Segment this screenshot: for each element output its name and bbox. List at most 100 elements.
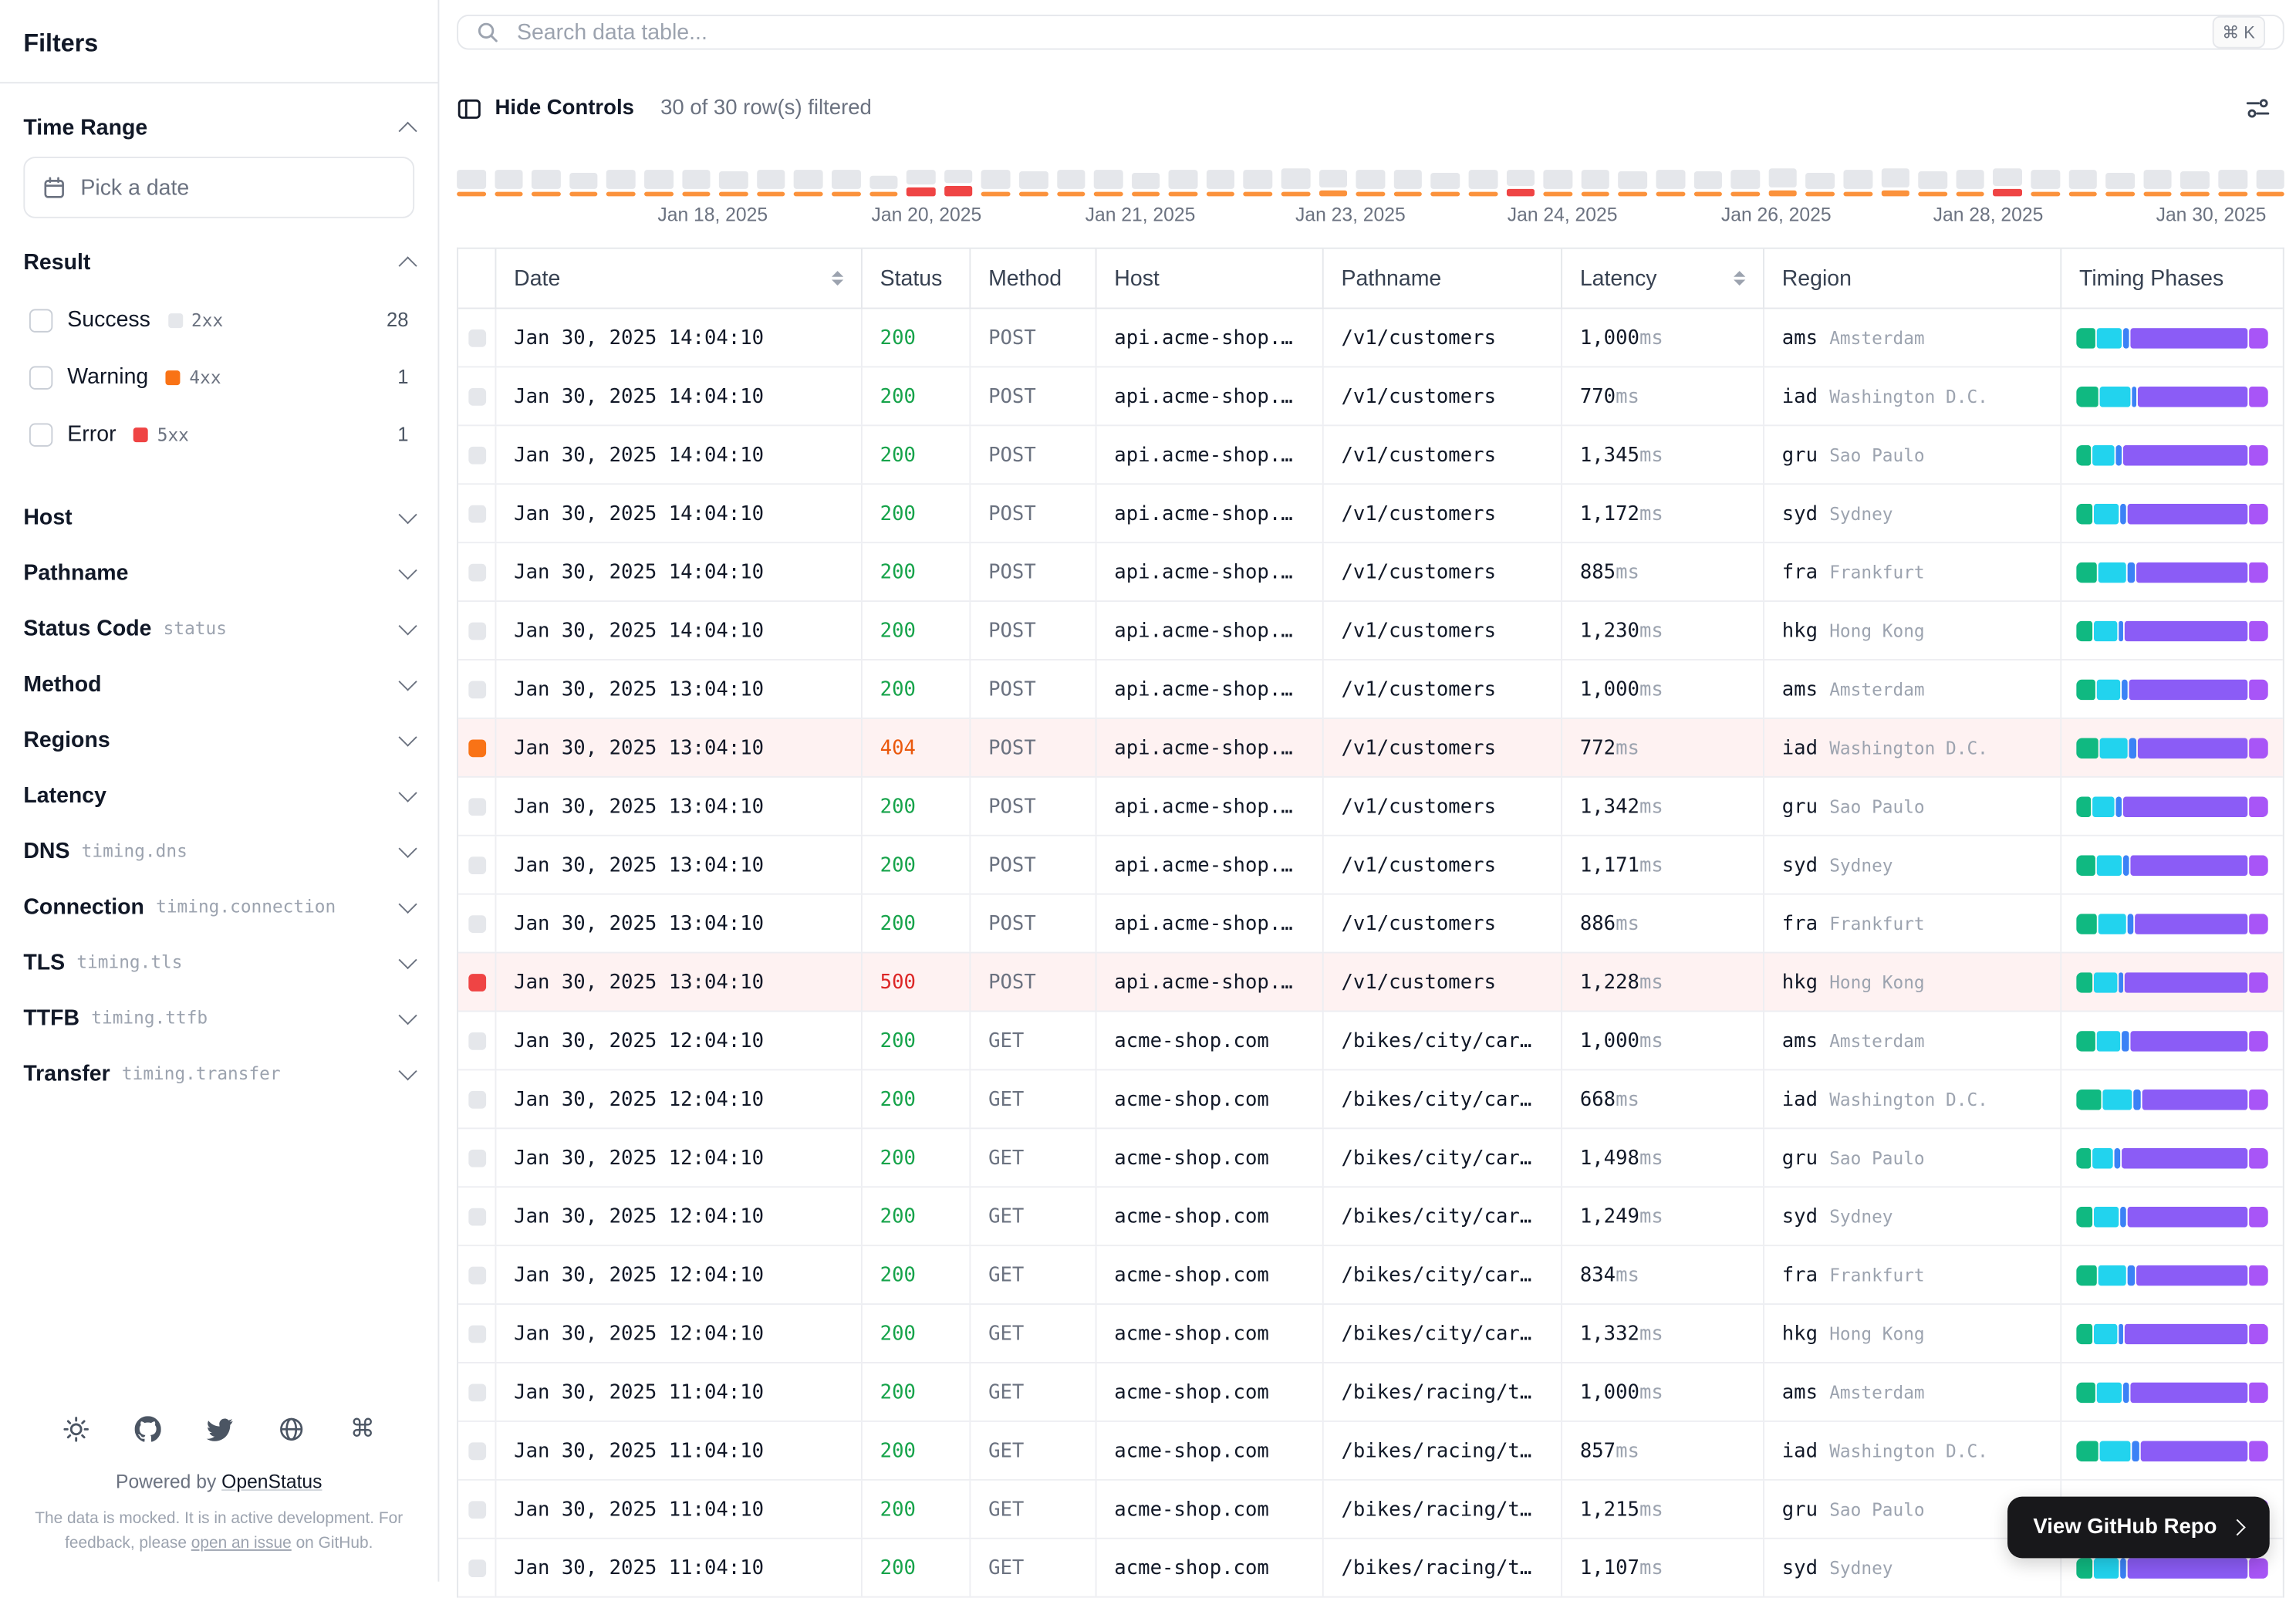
chart-bar[interactable] xyxy=(1056,158,1086,197)
chart-bar[interactable] xyxy=(756,158,785,197)
section-time-range[interactable]: Time Range xyxy=(23,101,417,154)
table-row[interactable]: Jan 30, 2025 12:04:10 200 GET acme-shop.com… xyxy=(458,1070,2283,1130)
sidebar-section-transfer[interactable]: Transfer timing.transfer xyxy=(23,1046,417,1101)
row-select-indicator[interactable] xyxy=(468,1090,486,1108)
chart-bar[interactable] xyxy=(1768,158,1798,197)
date-picker-trigger[interactable]: Pick a date xyxy=(23,157,415,218)
table-row[interactable]: Jan 30, 2025 12:04:10 200 GET acme-shop.com… xyxy=(458,1012,2283,1071)
row-select-indicator[interactable] xyxy=(468,797,486,816)
table-row[interactable]: Jan 30, 2025 11:04:10 200 GET acme-shop.com… xyxy=(458,1363,2283,1422)
row-select-indicator[interactable] xyxy=(468,973,486,991)
hide-controls-button[interactable]: Hide Controls xyxy=(457,96,634,120)
chart-bar[interactable] xyxy=(944,158,973,197)
sidebar-section-tls[interactable]: TLS timing.tls xyxy=(23,934,417,990)
sidebar-section-method[interactable]: Method xyxy=(23,656,417,711)
chart-bar[interactable] xyxy=(1656,158,1685,197)
chart-bar[interactable] xyxy=(494,158,523,197)
result-option-success[interactable]: Success 2xx 28 xyxy=(23,292,414,349)
table-row[interactable]: Jan 30, 2025 14:04:10 200 POST api.acme-sho… xyxy=(458,426,2283,485)
chart-bar[interactable] xyxy=(1131,158,1160,197)
view-github-repo-button[interactable]: View GitHub Repo xyxy=(2007,1496,2270,1559)
chart-bar[interactable] xyxy=(1693,158,1723,197)
row-select-indicator[interactable] xyxy=(468,1032,486,1049)
sidebar-section-dns[interactable]: DNS timing.dns xyxy=(23,823,417,879)
row-select-indicator[interactable] xyxy=(468,445,486,464)
table-row[interactable]: Jan 30, 2025 14:04:10 200 POST api.acme-sho… xyxy=(458,543,2283,603)
chart-bar[interactable] xyxy=(2105,158,2135,197)
section-result[interactable]: Result xyxy=(23,236,417,289)
chart-bar[interactable] xyxy=(2180,158,2210,197)
theme-toggle-sun-icon[interactable] xyxy=(61,1414,90,1444)
chart-bar[interactable] xyxy=(532,158,561,197)
table-row[interactable]: Jan 30, 2025 13:04:10 200 POST api.acme-sho… xyxy=(458,660,2283,719)
chart-bar[interactable] xyxy=(1093,158,1123,197)
checkbox[interactable] xyxy=(29,365,53,389)
row-select-indicator[interactable] xyxy=(468,621,486,640)
table-row[interactable]: Jan 30, 2025 14:04:10 200 POST api.acme-sho… xyxy=(458,485,2283,544)
table-row[interactable]: Jan 30, 2025 13:04:10 500 POST api.acme-sho… xyxy=(458,953,2283,1012)
globe-icon[interactable] xyxy=(276,1414,306,1444)
row-select-indicator[interactable] xyxy=(468,1559,486,1577)
row-select-indicator[interactable] xyxy=(468,1441,486,1460)
row-select-indicator[interactable] xyxy=(468,1500,486,1519)
chart-bar[interactable] xyxy=(457,158,486,197)
table-row[interactable]: Jan 30, 2025 12:04:10 200 GET acme-shop.com… xyxy=(458,1305,2283,1363)
chart-bar[interactable] xyxy=(1993,158,2022,197)
chart-bar[interactable] xyxy=(681,158,711,197)
search-input[interactable] xyxy=(514,18,2198,46)
checkbox[interactable] xyxy=(29,308,53,332)
chart-bar[interactable] xyxy=(2068,158,2098,197)
row-select-indicator[interactable] xyxy=(468,738,486,757)
chart-bar[interactable] xyxy=(794,158,823,197)
row-select-indicator[interactable] xyxy=(468,1265,486,1284)
chart-bar[interactable] xyxy=(1506,158,1535,197)
table-row[interactable]: Jan 30, 2025 14:04:10 200 POST api.acme-sho… xyxy=(458,367,2283,427)
checkbox[interactable] xyxy=(29,422,53,446)
chart-bar[interactable] xyxy=(1880,158,1910,197)
sidebar-section-pathname[interactable]: Pathname xyxy=(23,545,417,600)
chart-bar[interactable] xyxy=(869,158,898,197)
view-options-button[interactable] xyxy=(2231,82,2284,134)
column-header-latency[interactable]: Latency xyxy=(1562,248,1764,308)
openstatus-link[interactable]: OpenStatus xyxy=(221,1470,322,1492)
chart-bar[interactable] xyxy=(907,158,936,197)
chart-bar[interactable] xyxy=(1543,158,1572,197)
open-issue-link[interactable]: open an issue xyxy=(191,1534,292,1552)
table-row[interactable]: Jan 30, 2025 13:04:10 200 POST api.acme-sho… xyxy=(458,777,2283,836)
chart-bar[interactable] xyxy=(569,158,599,197)
row-select-indicator[interactable] xyxy=(468,387,486,405)
row-select-indicator[interactable] xyxy=(468,1148,486,1167)
table-row[interactable]: Jan 30, 2025 12:04:10 200 GET acme-shop.com… xyxy=(458,1246,2283,1306)
chart-bar[interactable] xyxy=(2142,158,2173,197)
row-select-indicator[interactable] xyxy=(468,680,486,698)
sidebar-section-latency[interactable]: Latency xyxy=(23,767,417,823)
sidebar-section-host[interactable]: Host xyxy=(23,489,417,545)
sidebar-section-status-code[interactable]: Status Code status xyxy=(23,600,417,656)
chart-bar[interactable] xyxy=(1281,158,1310,197)
chart-bar[interactable] xyxy=(1618,158,1648,197)
chart-bar[interactable] xyxy=(1431,158,1460,197)
row-select-indicator[interactable] xyxy=(468,329,486,346)
command-icon[interactable]: ⌘ xyxy=(348,1414,377,1444)
chart-bar[interactable] xyxy=(981,158,1011,197)
chart-bar[interactable] xyxy=(1468,158,1497,197)
chart-bar[interactable] xyxy=(1956,158,1985,197)
chart-bar[interactable] xyxy=(1393,158,1423,197)
github-icon[interactable] xyxy=(133,1414,162,1444)
twitter-icon[interactable] xyxy=(204,1414,234,1444)
chart-bar[interactable] xyxy=(1730,158,1760,197)
chart-bar[interactable] xyxy=(1169,158,1198,197)
row-select-indicator[interactable] xyxy=(468,914,486,933)
chart-bar[interactable] xyxy=(1843,158,1872,197)
row-select-indicator[interactable] xyxy=(468,856,486,874)
row-select-indicator[interactable] xyxy=(468,1207,486,1225)
row-select-indicator[interactable] xyxy=(468,563,486,581)
chart-bar[interactable] xyxy=(831,158,861,197)
chart-bar[interactable] xyxy=(1206,158,1235,197)
chart-bar[interactable] xyxy=(1581,158,1610,197)
chart-bar[interactable] xyxy=(2031,158,2060,197)
row-select-indicator[interactable] xyxy=(468,1324,486,1343)
chart-bar[interactable] xyxy=(606,158,636,197)
table-row[interactable]: Jan 30, 2025 11:04:10 200 GET acme-shop.com… xyxy=(458,1421,2283,1481)
sidebar-section-connection[interactable]: Connection timing.connection xyxy=(23,879,417,934)
